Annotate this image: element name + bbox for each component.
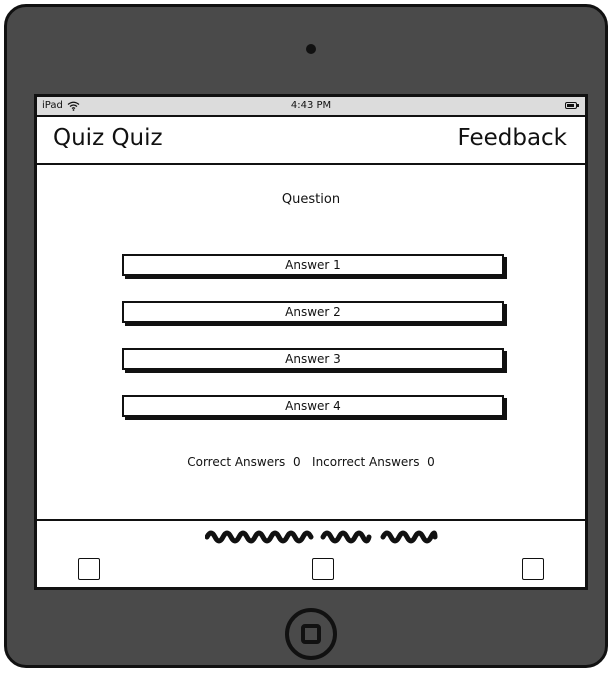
battery-icon	[565, 102, 579, 109]
home-button-icon[interactable]	[285, 608, 337, 660]
tab-bar	[37, 519, 585, 587]
answer-button-2[interactable]: Answer 2	[122, 301, 504, 323]
incorrect-answers-label: Incorrect Answers	[312, 455, 420, 469]
tab-icon-center[interactable]	[312, 558, 334, 580]
correct-answers-label: Correct Answers	[187, 455, 286, 469]
nav-bar: Quiz Quiz Feedback	[37, 117, 585, 165]
screen: iPad 4:43 PM Quiz Quiz Feedback Question…	[34, 94, 588, 590]
status-time: 4:43 PM	[290, 100, 332, 111]
home-square-icon	[301, 624, 321, 644]
score-line: Correct Answers 0 Incorrect Answers 0	[37, 455, 585, 469]
scribble-placeholder-text	[205, 530, 438, 544]
status-bar: iPad 4:43 PM	[37, 97, 585, 117]
app-title: Quiz Quiz	[53, 125, 163, 151]
answer-button-3[interactable]: Answer 3	[122, 348, 504, 370]
incorrect-answers-value: 0	[427, 455, 435, 469]
answer-button-1[interactable]: Answer 1	[122, 254, 504, 276]
tab-icon-right[interactable]	[522, 558, 544, 580]
answer-button-4[interactable]: Answer 4	[122, 395, 504, 417]
correct-answers-value: 0	[292, 455, 301, 469]
ipad-frame: iPad 4:43 PM Quiz Quiz Feedback Question…	[4, 4, 608, 668]
tab-icon-left[interactable]	[78, 558, 100, 580]
camera	[306, 44, 316, 54]
feedback-button[interactable]: Feedback	[457, 125, 567, 151]
question-text: Question	[281, 192, 341, 207]
